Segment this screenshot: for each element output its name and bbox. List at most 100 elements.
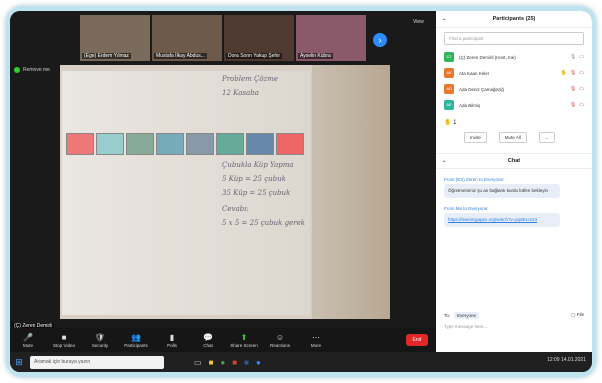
windows-start-icon[interactable]: ⊞ xyxy=(10,357,28,368)
chat-header: ⌄ Chat xyxy=(436,153,592,169)
participant-actions: Invite Mute All ... xyxy=(464,132,584,143)
polls-button[interactable]: ▮ Polls xyxy=(154,333,190,348)
screenshot-frame: (Ege) Erdem Yılmaz Mustafa İlkay Abdus..… xyxy=(6,6,596,377)
chat-title: Chat xyxy=(507,158,521,164)
file-icon: ▢ xyxy=(571,312,576,317)
reactions-button[interactable]: ☺ Reactions xyxy=(262,333,298,348)
drawn-cube xyxy=(216,133,244,155)
chat-message: https://learningapps.org/watch?v=pq6k1cs… xyxy=(444,213,560,227)
share-arrow-icon: ⬆ xyxy=(240,332,248,342)
thumbnail-caption: Dora Sonn Yakup Şehir xyxy=(226,53,283,59)
file-button[interactable]: ▢ File xyxy=(571,312,584,318)
participant-row[interactable]: AD Ada Deniz Çamağeziğ 🎙 ▭ xyxy=(444,81,584,97)
video-thumbnail-strip: (Ege) Erdem Yılmaz Mustafa İlkay Abdus..… xyxy=(80,15,366,61)
task-view-icon[interactable]: ▭ xyxy=(194,358,202,367)
participant-thumbnail[interactable]: Dora Sonn Yakup Şehir xyxy=(224,15,294,61)
chrome-icon[interactable]: ● xyxy=(220,358,225,367)
drawn-cube xyxy=(156,133,184,155)
thumbnail-caption: (Ege) Erdem Yılmaz xyxy=(82,53,131,59)
shield-icon xyxy=(14,67,20,73)
control-label: Chat xyxy=(203,342,213,348)
file-explorer-icon[interactable]: ■ xyxy=(209,358,214,367)
system-tray[interactable]: 12:09 14.01.2021 xyxy=(547,357,586,363)
participant-search-input[interactable]: Find a participant xyxy=(444,32,584,45)
chat-message-input[interactable]: Type message here... xyxy=(444,324,582,342)
camera-off-icon[interactable]: ▭ xyxy=(579,70,584,76)
share-screen-button[interactable]: ⬆ Share Screen xyxy=(226,333,262,348)
zoom-app-icon[interactable]: ● xyxy=(256,358,261,367)
handwriting-title: Problem Çözme xyxy=(222,75,279,83)
main-video: Problem Çözme 12 Kasaba Çubukla Küp Yapm… xyxy=(60,65,390,319)
recipient-select[interactable]: Everyone xyxy=(454,312,480,319)
participant-name: Ada Bilmiş xyxy=(459,102,481,108)
meeting-controls-bar: 🎤 Mute ■ Stop Video 🛡 Security 👥 Participant… xyxy=(10,328,436,352)
camera-off-icon[interactable]: ▭ xyxy=(579,86,584,92)
muted-microphone-icon[interactable]: 🎙 xyxy=(570,70,576,76)
chevron-down-icon[interactable]: ⌄ xyxy=(442,154,447,168)
participants-button[interactable]: 👥 Participants xyxy=(118,333,154,348)
muted-microphone-icon[interactable]: 🎙 xyxy=(570,102,576,108)
word-icon[interactable]: ■ xyxy=(244,358,249,367)
drawn-cube xyxy=(246,133,274,155)
handwriting-line: 5 Küp = 25 çubuk xyxy=(222,175,286,183)
screen: (Ege) Erdem Yılmaz Mustafa İlkay Abdus..… xyxy=(10,11,592,372)
camera-icon: ■ xyxy=(61,332,67,342)
avatar: ZZ xyxy=(444,52,454,62)
smiley-icon: ☺ xyxy=(275,332,285,342)
message-sender: From Me to Everyone: xyxy=(444,206,489,211)
handwriting-line: Cevabı: xyxy=(222,205,249,213)
shield-icon: 🛡 xyxy=(94,332,106,342)
chat-button[interactable]: 💬 Chat xyxy=(190,333,226,348)
chat-message: Öğretmenimiz şu an bağlantı kurdu lütfen… xyxy=(444,184,560,198)
handwriting-line: Çubukla Küp Yapma xyxy=(222,161,294,169)
next-page-arrow-icon[interactable]: › xyxy=(373,33,387,47)
participant-list: ZZ (Ç) Zeren Demirli (Host, me) 🎙 ▭ AK Ata K… xyxy=(444,49,584,113)
participants-header: ⌄ Participants (25) xyxy=(436,11,592,28)
more-options-button[interactable]: ... xyxy=(538,132,555,143)
powerpoint-icon[interactable]: ■ xyxy=(232,358,237,367)
raised-hand-icon: ✋ xyxy=(444,120,452,126)
view-button[interactable]: View xyxy=(413,19,424,25)
raised-hand-icon: ✋ xyxy=(560,70,567,76)
participant-row[interactable]: AK Ata Kaan Keler ✋ 🎙 ▭ xyxy=(444,65,584,81)
microphone-icon: 🎤 xyxy=(23,332,33,342)
raised-hands-count: ✋ 1 xyxy=(444,119,584,126)
avatar: AK xyxy=(444,68,454,78)
speaker-tag: Remove me xyxy=(14,67,50,73)
camera-off-icon[interactable]: ▭ xyxy=(579,102,584,108)
participant-name: Ada Deniz Çamağeziğ xyxy=(459,86,504,92)
mute-button[interactable]: 🎤 Mute xyxy=(10,333,46,348)
chat-link[interactable]: https://learningapps.org/watch?v=pq6k1cs… xyxy=(448,217,537,222)
security-button[interactable]: 🛡 Security xyxy=(82,333,118,348)
avatar: AE xyxy=(444,100,454,110)
windows-taskbar: ⊞ Aramak için buraya yazın ▭ ■ ● ■ ■ ● 1… xyxy=(10,352,592,372)
participant-thumbnail[interactable]: (Ege) Erdem Yılmaz xyxy=(80,15,150,61)
drawn-cube xyxy=(186,133,214,155)
speaker-tag-label: Remove me xyxy=(23,67,50,73)
taskbar-search-input[interactable]: Aramak için buraya yazın xyxy=(30,355,164,369)
participant-thumbnail[interactable]: Ayselin Kübra xyxy=(296,15,366,61)
microphone-icon[interactable]: 🎙 xyxy=(570,54,576,60)
invite-button[interactable]: Invite xyxy=(464,132,487,143)
handwriting-line: 35 Küp = 25 çubuk xyxy=(222,189,291,197)
people-icon: 👥 xyxy=(131,332,141,342)
more-button[interactable]: ⋯ More xyxy=(298,333,334,348)
participant-row[interactable]: AE Ada Bilmiş 🎙 ▭ xyxy=(444,97,584,113)
chat-icon: 💬 xyxy=(203,332,213,342)
chevron-down-icon[interactable]: ⌄ xyxy=(442,11,447,27)
participant-thumbnail[interactable]: Mustafa İlkay Abdus... xyxy=(152,15,222,61)
end-meeting-button[interactable]: End xyxy=(406,334,428,346)
handwriting-subtitle: 12 Kasaba xyxy=(222,89,259,97)
camera-icon[interactable]: ▭ xyxy=(579,54,584,60)
mute-all-button[interactable]: Mute All xyxy=(498,132,527,143)
taskbar-apps: ▭ ■ ● ■ ■ ● xyxy=(194,358,261,367)
control-label: Share Screen xyxy=(230,342,258,348)
chat-recipient: To: Everyone xyxy=(444,312,480,319)
bar-chart-icon: ▮ xyxy=(169,332,175,342)
message-sender: From (ES) Zeren to Everyone: xyxy=(444,177,505,182)
muted-microphone-icon[interactable]: 🎙 xyxy=(570,86,576,92)
thumbnail-caption: Mustafa İlkay Abdus... xyxy=(154,53,207,59)
participant-row[interactable]: ZZ (Ç) Zeren Demirli (Host, me) 🎙 ▭ xyxy=(444,49,584,65)
stop-video-button[interactable]: ■ Stop Video xyxy=(46,333,82,348)
drawn-cube xyxy=(66,133,94,155)
